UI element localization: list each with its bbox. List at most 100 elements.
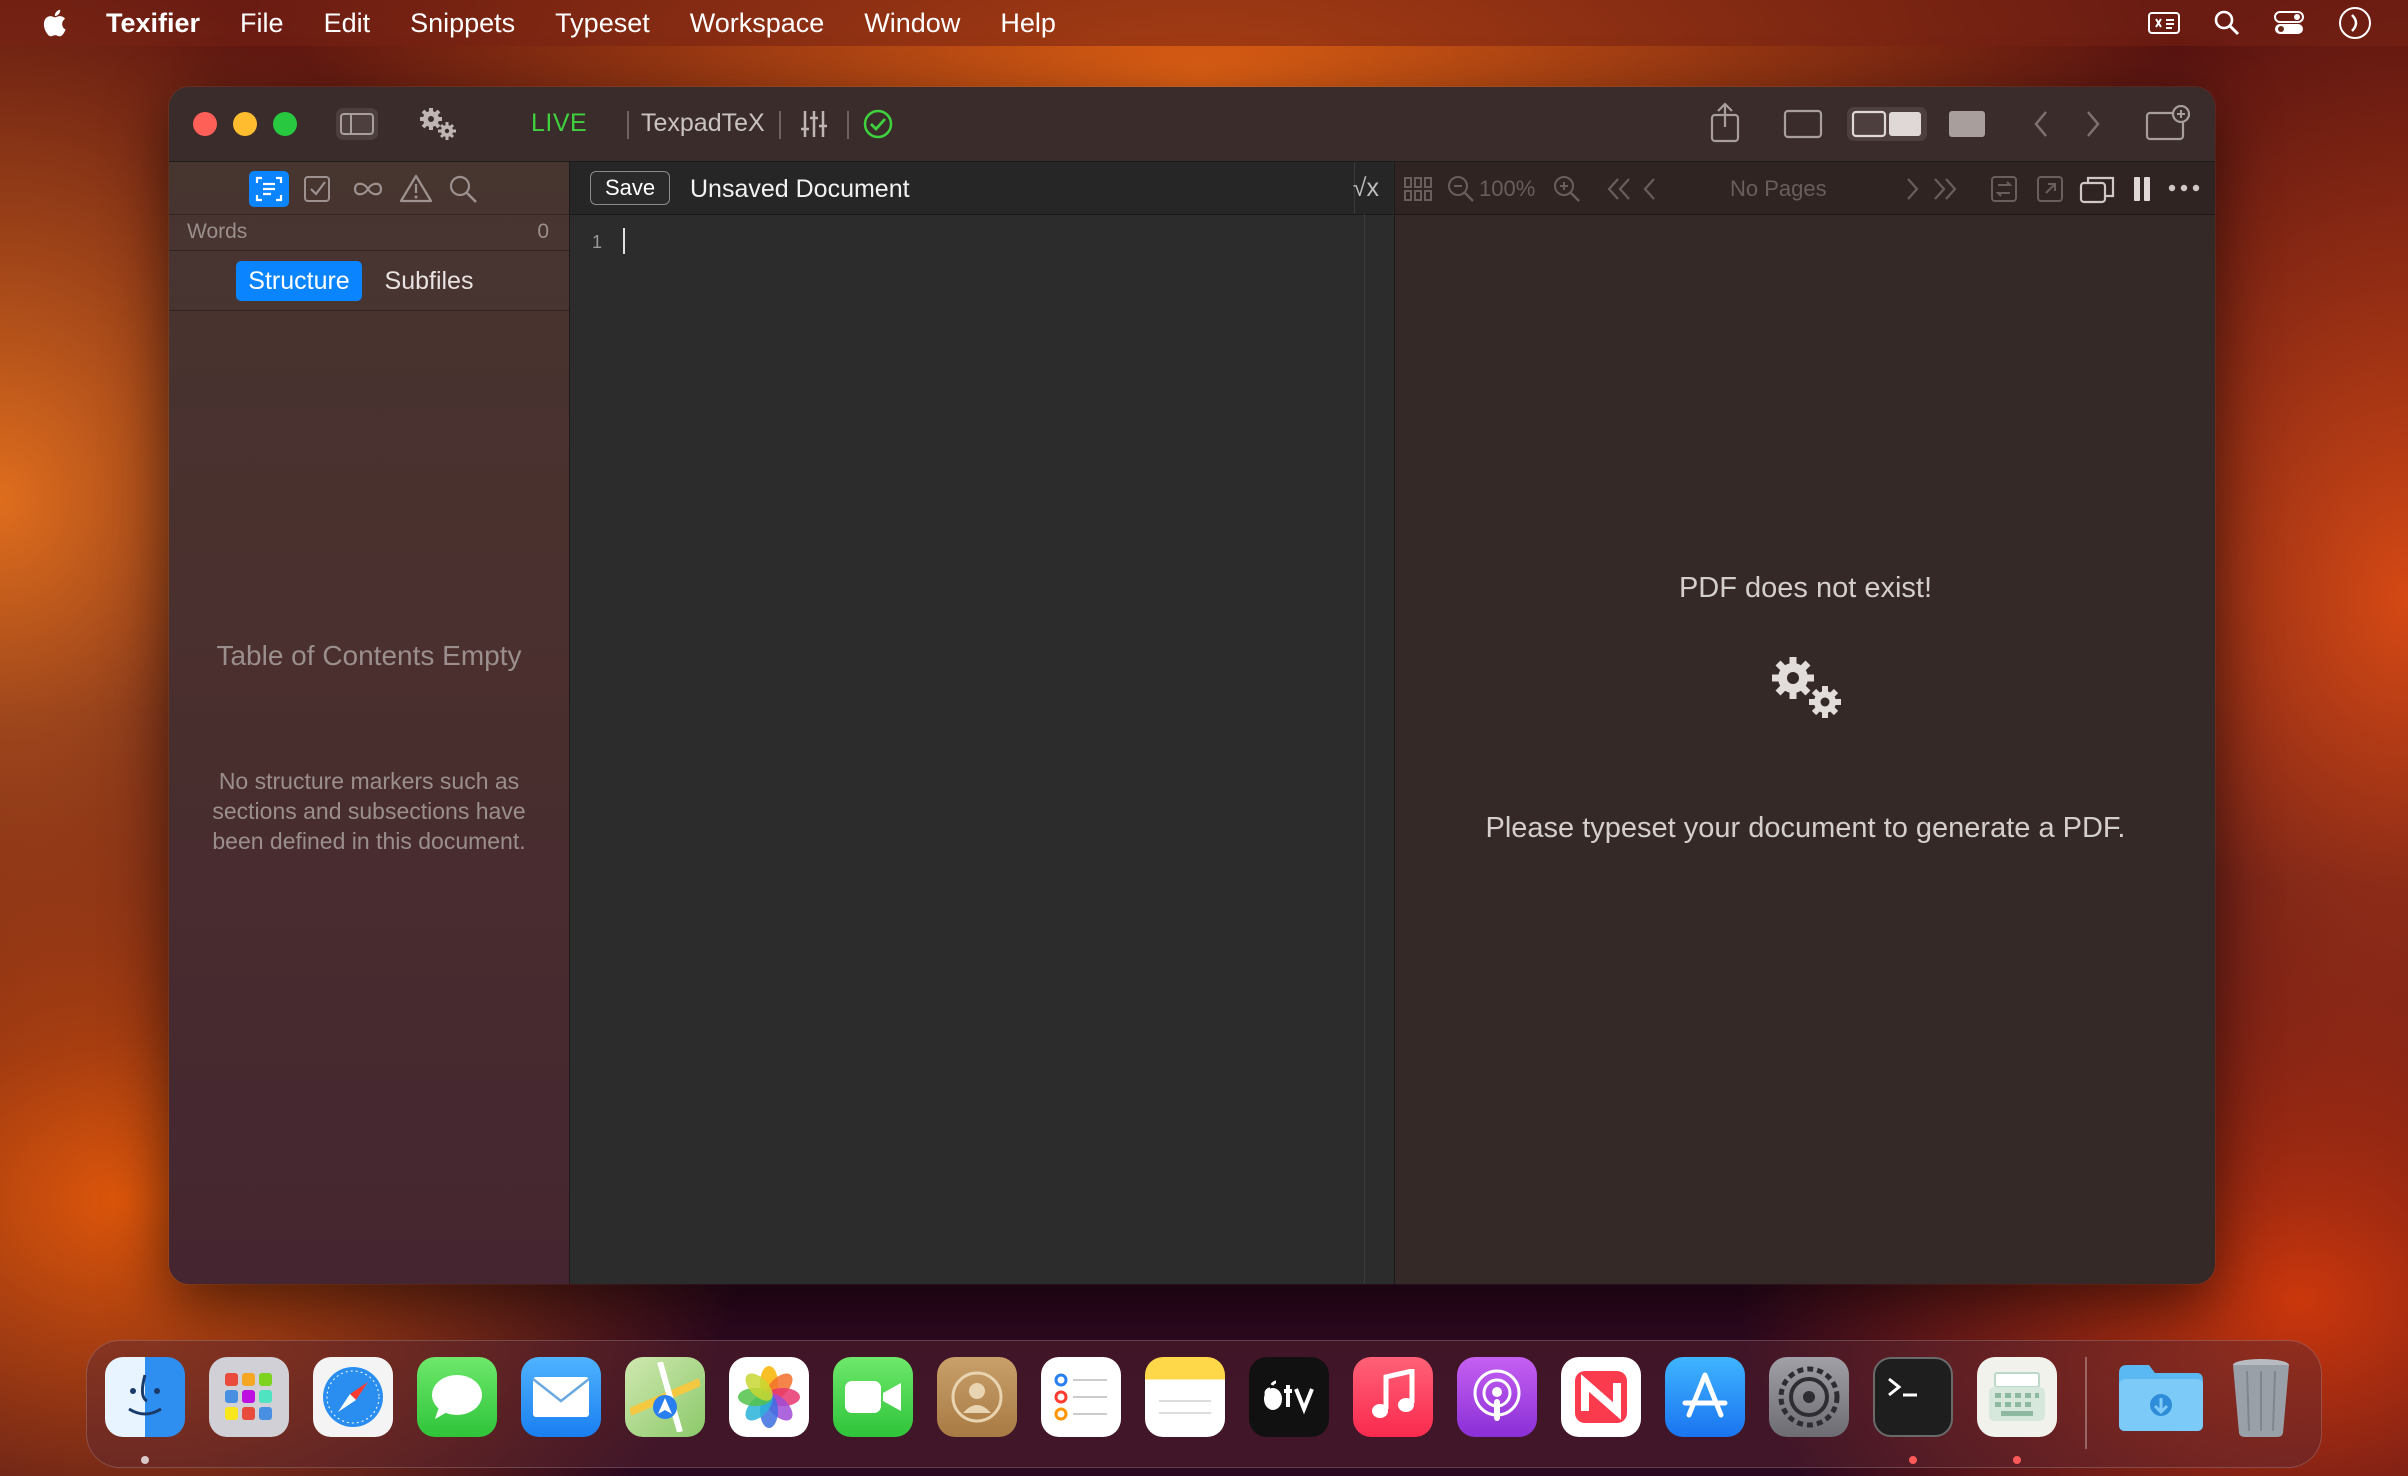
spotlight-search-icon[interactable] (2214, 10, 2240, 36)
zoom-window-button[interactable] (273, 112, 297, 136)
input-menu-icon[interactable] (2148, 11, 2180, 35)
divider (169, 310, 569, 311)
page-indicator: No Pages (1730, 176, 1827, 201)
dock-contacts-icon[interactable] (937, 1357, 1017, 1437)
dock-terminal-icon[interactable] (1873, 1357, 1953, 1437)
editor-scroll-gutter[interactable] (1364, 214, 1365, 1284)
menu-app-name[interactable]: Texifier (106, 8, 200, 39)
menu-help[interactable]: Help (1000, 8, 1056, 39)
menu-typeset[interactable]: Typeset (555, 8, 650, 39)
dock-app-store-icon[interactable] (1665, 1357, 1745, 1437)
pause-icon[interactable] (2131, 174, 2153, 204)
layout-preview-only-icon[interactable] (1947, 109, 1987, 139)
menu-snippets[interactable]: Snippets (410, 8, 515, 39)
new-window-icon[interactable] (2145, 105, 2191, 143)
dock-finder-icon[interactable] (105, 1357, 185, 1437)
page-grid-icon[interactable] (1403, 176, 1433, 202)
dock-apple-tv-icon[interactable] (1249, 1357, 1329, 1437)
typeset-success-check-icon (863, 109, 893, 139)
navigate-forward-icon[interactable] (2083, 109, 2103, 139)
running-indicator (1909, 1456, 1917, 1464)
warnings-triangle-icon[interactable] (399, 173, 433, 203)
menu-window[interactable]: Window (864, 8, 960, 39)
pdf-missing-title: PDF does not exist! (1678, 572, 1933, 604)
search-icon[interactable] (448, 174, 478, 204)
control-center-icon[interactable] (2274, 10, 2304, 36)
dock-downloads-folder-icon[interactable] (2115, 1357, 2207, 1437)
sidebar-toggle-icon[interactable] (335, 107, 379, 141)
settings-gears-icon[interactable] (417, 106, 461, 142)
dock-podcasts-icon[interactable] (1457, 1357, 1537, 1437)
first-page-icon[interactable] (1605, 176, 1633, 202)
share-icon[interactable] (1707, 101, 1743, 145)
apple-menu-icon[interactable] (40, 8, 68, 38)
typeset-options-sliders-icon[interactable] (799, 109, 829, 139)
close-window-button[interactable] (193, 112, 217, 136)
structure-outline-icon[interactable] (249, 171, 289, 207)
more-options-icon[interactable] (2167, 182, 2201, 194)
dock-reminders-icon[interactable] (1041, 1357, 1121, 1437)
preview-toolbar: 100% No Pages (1395, 162, 2215, 215)
tab-subfiles[interactable]: Subfiles (374, 261, 484, 301)
running-indicator (141, 1456, 149, 1464)
dock-messages-icon[interactable] (417, 1357, 497, 1437)
references-link-icon[interactable] (352, 178, 384, 200)
texifier-window: LIVE TexpadTeX Words 0 Structure Subfile… (169, 87, 2215, 1284)
dock-notes-icon[interactable] (1145, 1357, 1225, 1437)
toolbar-divider (627, 111, 629, 139)
previous-page-icon[interactable] (1641, 176, 1659, 202)
typeset-engine-selector[interactable]: TexpadTeX (641, 109, 765, 138)
save-button[interactable]: Save (590, 171, 671, 205)
dock-maps-icon[interactable] (625, 1357, 705, 1437)
menu-bar: Texifier File Edit Snippets Typeset Work… (0, 0, 2408, 46)
toolbar-divider (779, 111, 781, 139)
dock-safari-icon[interactable] (313, 1357, 393, 1437)
menu-edit[interactable]: Edit (324, 8, 371, 39)
dock-separator (2085, 1357, 2087, 1449)
dock-texifier-icon[interactable] (1977, 1357, 2057, 1437)
dock-photos-icon[interactable] (729, 1357, 809, 1437)
layout-editor-only-icon[interactable] (1783, 109, 1823, 139)
word-count-row: Words 0 (187, 220, 549, 244)
open-external-icon[interactable] (2036, 175, 2064, 203)
tab-structure[interactable]: Structure (236, 261, 362, 301)
toc-empty-title: Table of Contents Empty (216, 640, 522, 671)
detach-preview-icon[interactable] (2079, 174, 2115, 204)
window-toolbar: LIVE TexpadTeX (169, 87, 2215, 162)
source-editor: Save Unsaved Document √x 1 (570, 162, 1393, 1284)
dock-facetime-icon[interactable] (833, 1357, 913, 1437)
toc-empty-description: No structure markers such as sections an… (212, 768, 526, 854)
siri-icon[interactable] (2338, 6, 2372, 40)
editor-header: Save Unsaved Document √x (570, 162, 1393, 215)
zoom-in-icon[interactable] (1553, 175, 1581, 203)
dock (86, 1340, 2322, 1468)
live-typeset-toggle[interactable]: LIVE (531, 109, 587, 138)
menu-file[interactable]: File (240, 8, 284, 39)
last-page-icon[interactable] (1931, 176, 1959, 202)
navigate-back-icon[interactable] (2031, 109, 2051, 139)
todo-checkbox-icon[interactable] (303, 174, 333, 204)
dock-system-settings-icon[interactable] (1769, 1357, 1849, 1437)
dock-mail-icon[interactable] (521, 1357, 601, 1437)
dock-music-icon[interactable] (1353, 1357, 1433, 1437)
dock-news-icon[interactable] (1561, 1357, 1641, 1437)
text-caret[interactable] (623, 228, 625, 254)
typeset-gears-icon (1772, 657, 1841, 718)
math-input-button[interactable]: √x (1353, 174, 1379, 203)
divider (169, 250, 569, 251)
pdf-missing-hint: Please typeset your document to generate… (1485, 812, 2126, 844)
zoom-out-icon[interactable] (1447, 175, 1475, 203)
dock-trash-icon[interactable] (2221, 1357, 2301, 1437)
sync-scroll-icon[interactable] (1990, 175, 2018, 203)
words-count: 0 (537, 220, 549, 243)
running-indicator (2013, 1456, 2021, 1464)
minimize-window-button[interactable] (233, 112, 257, 136)
menu-workspace[interactable]: Workspace (690, 8, 825, 39)
layout-split-view-icon[interactable] (1847, 107, 1927, 141)
sidebar: Words 0 Structure Subfiles Table of Cont… (169, 162, 570, 1284)
next-page-icon[interactable] (1903, 176, 1921, 202)
pdf-preview: 100% No Pages PDF does not exist! Please… (1394, 162, 2215, 1284)
dock-launchpad-icon[interactable] (209, 1357, 289, 1437)
toolbar-divider (847, 111, 849, 139)
words-label: Words (187, 220, 248, 243)
